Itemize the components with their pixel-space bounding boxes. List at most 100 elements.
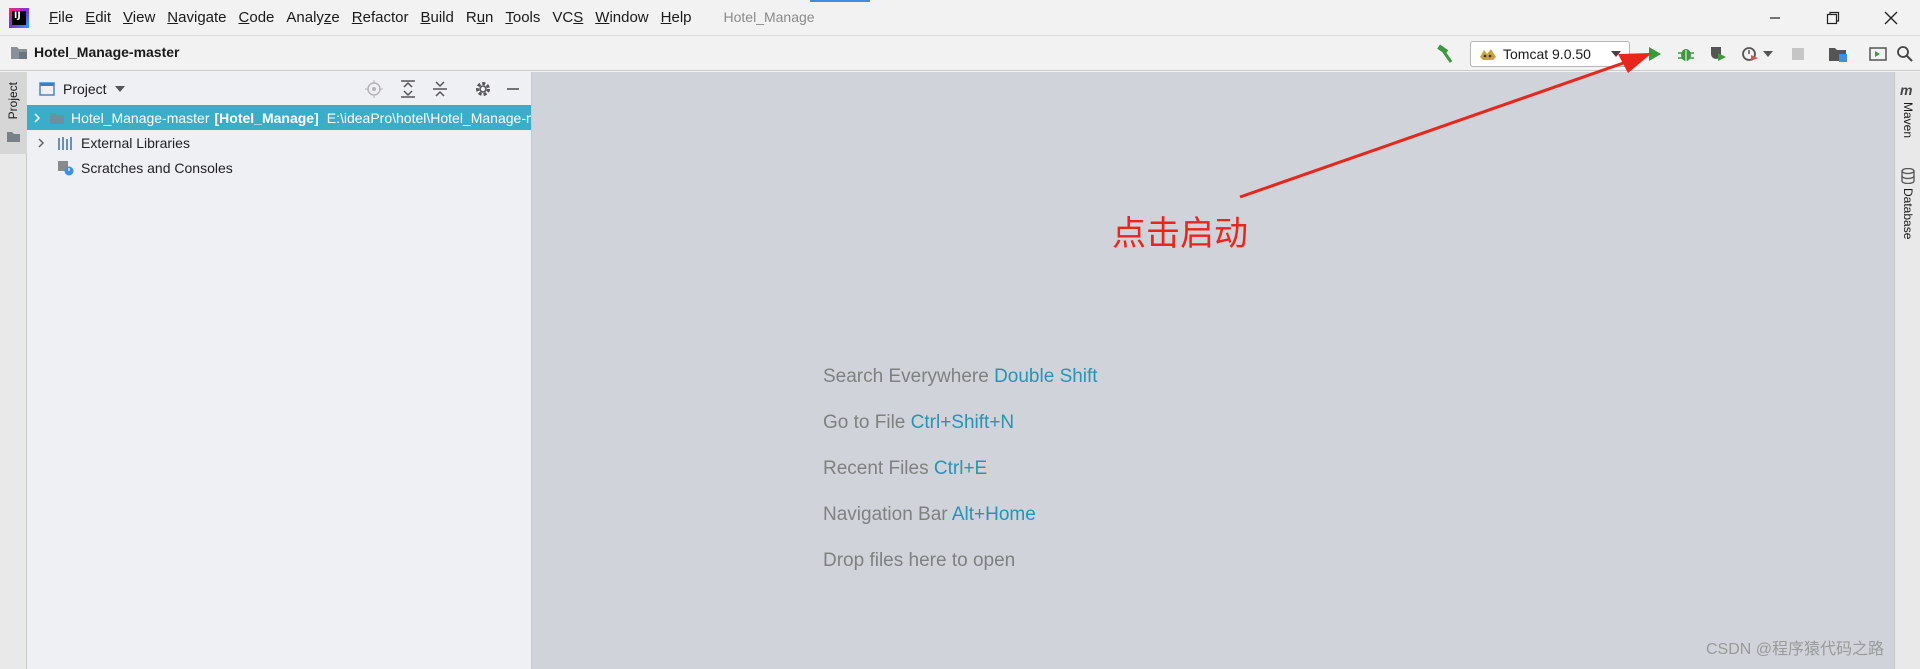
window-controls <box>1746 0 1920 35</box>
menu-view[interactable]: View <box>117 0 161 35</box>
project-panel-header: Project <box>27 72 531 105</box>
debug-button[interactable] <box>1676 44 1696 64</box>
hint-navigation-bar: Navigation Bar Alt+Home <box>823 504 1036 525</box>
left-tool-stripe: Project <box>0 72 27 669</box>
menu-run[interactable]: Run <box>460 0 500 35</box>
search-everywhere-button[interactable] <box>1895 44 1915 64</box>
build-button[interactable] <box>1435 44 1455 64</box>
run-with-coverage-button[interactable] <box>1708 44 1728 64</box>
tree-item-label: Scratches and Consoles <box>81 159 233 176</box>
chevron-down-icon <box>1763 51 1773 57</box>
window-title: Hotel_Manage <box>723 9 815 25</box>
menu-navigate[interactable]: Navigate <box>161 0 232 35</box>
maven-icon: m <box>1900 82 1913 98</box>
hint-go-to-file: Go to File Ctrl+Shift+N <box>823 412 1015 433</box>
project-structure-button[interactable] <box>1828 44 1848 64</box>
chevron-down-icon <box>1611 51 1621 57</box>
chevron-right-icon[interactable] <box>33 112 41 123</box>
right-tool-stripe: m Maven Database <box>1894 72 1920 669</box>
project-panel: Project Hotel_Manage-master [Hotel_Manag… <box>27 72 532 669</box>
tree-row-project-root[interactable]: Hotel_Manage-master [Hotel_Manage] E:\id… <box>27 105 531 130</box>
tomcat-icon <box>1480 49 1496 60</box>
hint-recent-files: Recent Files Ctrl+E <box>823 458 988 479</box>
restore-icon <box>1826 11 1840 24</box>
title-accent-line <box>810 0 870 2</box>
scratches-icon <box>57 160 75 176</box>
crosshair-icon <box>365 80 383 98</box>
tree-item-label: External Libraries <box>81 134 190 151</box>
profiler-icon <box>1742 47 1758 61</box>
chevron-right-icon[interactable] <box>33 137 49 148</box>
breadcrumb[interactable]: Hotel_Manage-master <box>10 44 180 60</box>
folder-icon <box>11 47 27 59</box>
navigation-toolbar: Hotel_Manage-master Tomcat 9.0.50 <box>0 35 1920 71</box>
run-configuration-select[interactable]: Tomcat 9.0.50 <box>1470 41 1630 67</box>
close-window-button[interactable] <box>1862 0 1920 35</box>
menu-window[interactable]: Window <box>589 0 654 35</box>
menu-tools[interactable]: Tools <box>499 0 546 35</box>
menu-code[interactable]: Code <box>233 0 281 35</box>
search-icon <box>1897 46 1913 62</box>
locate-file-button[interactable] <box>364 79 384 99</box>
profile-button[interactable] <box>1740 44 1760 64</box>
hide-panel-button[interactable] <box>503 79 523 99</box>
run-button[interactable] <box>1644 44 1664 64</box>
hint-drop-files: Drop files here to open <box>823 550 1016 571</box>
shortcut-key: Ctrl+Shift+N <box>910 412 1015 433</box>
stop-icon <box>1792 48 1804 60</box>
more-run-options-button[interactable] <box>1762 44 1774 64</box>
menu-edit[interactable]: Edit <box>79 0 117 35</box>
database-icon <box>1901 168 1915 184</box>
minimize-icon <box>1770 16 1780 19</box>
close-icon <box>1884 11 1898 24</box>
tree-item-path: E:\ideaPro\hotel\Hotel_Manage-master <box>326 109 531 126</box>
terminal-icon <box>1869 47 1887 61</box>
hint-search-everywhere: Search Everywhere Double Shift <box>823 366 1098 387</box>
panel-settings-button[interactable] <box>473 79 493 99</box>
play-icon <box>1649 47 1661 61</box>
hammer-icon <box>1437 44 1453 63</box>
editor-empty-area[interactable]: Search Everywhere Double Shift Go to Fil… <box>532 72 1894 669</box>
project-view-selector[interactable]: Project <box>63 81 107 97</box>
menu-bar: IJ File Edit View Navigate Code Analyze … <box>0 0 1920 35</box>
project-tool-window-tab[interactable]: Project <box>0 72 27 154</box>
coverage-icon <box>1711 47 1726 61</box>
collapse-all-icon <box>433 81 447 97</box>
menu-refactor[interactable]: Refactor <box>346 0 415 35</box>
watermark: CSDN @程序猿代码之路 <box>1705 641 1884 658</box>
tree-row-scratches[interactable]: Scratches and Consoles <box>27 155 531 180</box>
menu-help[interactable]: Help <box>655 0 698 35</box>
expand-all-button[interactable] <box>398 79 418 99</box>
restore-button[interactable] <box>1804 0 1862 35</box>
collapse-all-button[interactable] <box>430 79 450 99</box>
expand-all-icon <box>401 80 415 98</box>
terminal-button[interactable] <box>1868 44 1888 64</box>
gear-icon <box>476 82 490 96</box>
maven-tab[interactable]: Maven <box>1901 102 1915 138</box>
menu-vcs[interactable]: VCS <box>546 0 589 35</box>
shortcut-key: Alt+Home <box>951 504 1036 525</box>
shortcut-key: Ctrl+E <box>933 458 988 479</box>
chevron-down-icon[interactable] <box>114 85 125 92</box>
menu-build[interactable]: Build <box>414 0 459 35</box>
project-tab-label: Project <box>6 82 20 120</box>
tree-item-label: Hotel_Manage-master <box>71 109 210 126</box>
menu-analyze[interactable]: Analyze <box>280 0 345 35</box>
minimize-button[interactable] <box>1746 0 1804 35</box>
tree-row-external-libraries[interactable]: External Libraries <box>27 130 531 155</box>
tree-item-module: [Hotel_Manage] <box>214 109 319 126</box>
debug-bug-icon <box>1678 49 1694 61</box>
module-folder-icon <box>49 110 65 126</box>
menu-file[interactable]: File <box>43 0 79 35</box>
annotation-text: 点击启动 <box>1112 214 1248 254</box>
folder-icon <box>7 132 20 142</box>
stop-button[interactable] <box>1788 44 1808 64</box>
shortcut-key: Double Shift <box>994 366 1098 387</box>
library-icon <box>57 135 75 151</box>
intellij-logo-icon: IJ <box>9 7 29 28</box>
minimize-icon <box>507 88 519 90</box>
project-view-icon <box>39 81 55 96</box>
run-configuration-label: Tomcat 9.0.50 <box>1503 46 1591 62</box>
project-structure-icon <box>1829 48 1847 62</box>
database-tab[interactable]: Database <box>1901 188 1915 239</box>
